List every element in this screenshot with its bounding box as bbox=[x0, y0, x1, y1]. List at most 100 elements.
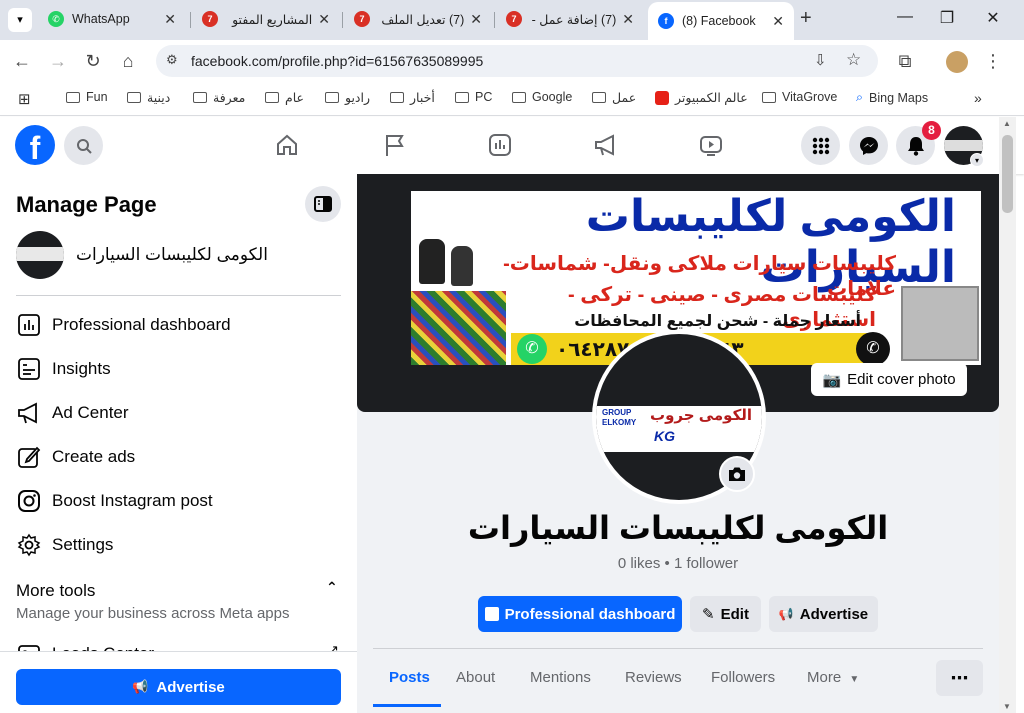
edit-button[interactable]: ✎ Edit bbox=[690, 596, 761, 632]
menu-professional-dashboard[interactable]: Professional dashboard bbox=[16, 312, 231, 338]
bookmark-google[interactable]: Google bbox=[512, 90, 572, 104]
restore-button[interactable]: ❐ bbox=[932, 8, 962, 28]
menu-ad-center[interactable]: Ad Center bbox=[16, 400, 129, 426]
megaphone-nav-icon[interactable] bbox=[592, 131, 620, 159]
page-title: الكومى لكليبسات السيارات bbox=[467, 510, 889, 546]
tab-mentions[interactable]: Mentions bbox=[530, 669, 591, 686]
notification-badge: 8 bbox=[922, 121, 941, 140]
extensions-icon[interactable]: ⧉ bbox=[892, 49, 918, 73]
apps-icon[interactable]: ⊞ bbox=[18, 90, 31, 108]
bookmark-bing-maps[interactable]: ⌕ Bing Maps bbox=[856, 90, 928, 105]
divider bbox=[373, 648, 983, 649]
scrollbar-up-arrow[interactable]: ▲ bbox=[1003, 119, 1011, 128]
menu-grid-button[interactable] bbox=[801, 126, 840, 165]
divider bbox=[16, 295, 341, 296]
close-icon[interactable]: ✕ bbox=[164, 11, 176, 28]
tab-add-work[interactable]: 7 (7) إضافة عمل - ✕ bbox=[496, 0, 644, 38]
search-button[interactable] bbox=[64, 126, 103, 165]
close-icon[interactable]: ✕ bbox=[772, 13, 784, 30]
tab-more[interactable]: More ▼ bbox=[807, 669, 859, 686]
page-avatar[interactable] bbox=[16, 231, 64, 279]
site-icon: 7 bbox=[354, 11, 370, 27]
tab-about[interactable]: About bbox=[456, 669, 495, 686]
update-profile-picture-button[interactable] bbox=[719, 456, 755, 492]
address-bar[interactable]: ⚙ facebook.com/profile.php?id=6156763508… bbox=[156, 45, 878, 77]
profile-avatar[interactable] bbox=[946, 51, 968, 73]
close-window-button[interactable]: ✕ bbox=[978, 8, 1008, 28]
profile-logo: GROUP ELKOMY الكومى جروب KG bbox=[596, 406, 762, 452]
bell-icon bbox=[907, 136, 924, 156]
menu-create-ads[interactable]: Create ads bbox=[16, 444, 135, 470]
new-tab-button[interactable]: + bbox=[800, 7, 812, 30]
gear-icon bbox=[16, 532, 42, 558]
tab-reviews[interactable]: Reviews bbox=[625, 669, 682, 686]
messenger-icon bbox=[859, 136, 878, 155]
facebook-icon: f bbox=[658, 13, 674, 29]
install-icon[interactable]: ⇩ bbox=[814, 51, 827, 69]
menu-boost-instagram[interactable]: Boost Instagram post bbox=[16, 488, 213, 514]
manage-page-panel: Manage Page الكومى لكليبسات السيارات Pro… bbox=[0, 174, 357, 713]
whatsapp-icon: ✆ bbox=[517, 334, 547, 364]
close-icon[interactable]: ✕ bbox=[318, 11, 330, 28]
camera-icon bbox=[729, 467, 745, 481]
bookmark-religious[interactable]: دينية bbox=[127, 90, 170, 105]
bookmark-vitagrove[interactable]: VitaGrove bbox=[762, 90, 837, 104]
more-tools-title[interactable]: More tools bbox=[16, 581, 95, 601]
chevron-up-icon[interactable]: ⌃ bbox=[326, 579, 338, 596]
scrollbar-down-arrow[interactable]: ▼ bbox=[1003, 702, 1011, 711]
scrollbar-thumb[interactable] bbox=[1002, 135, 1013, 213]
tab-whatsapp[interactable]: ✆ WhatsApp ✕ bbox=[38, 0, 186, 38]
tab-edit-profile[interactable]: 7 (7) تعديل الملف ✕ bbox=[344, 0, 492, 38]
bookmark-radio[interactable]: راديو bbox=[325, 90, 370, 105]
professional-dashboard-button[interactable]: Professional dashboard bbox=[478, 596, 682, 632]
menu-icon[interactable]: ⋮ bbox=[980, 49, 1006, 73]
more-bookmarks-icon[interactable]: » bbox=[974, 90, 982, 106]
edit-cover-button[interactable]: 📷 Edit cover photo bbox=[811, 363, 967, 396]
advertise-page-button[interactable]: 📢 Advertise bbox=[769, 596, 878, 632]
collapse-panel-button[interactable] bbox=[305, 186, 341, 222]
active-tab-indicator bbox=[373, 704, 441, 707]
forward-button[interactable]: → bbox=[45, 49, 71, 73]
minimize-button[interactable]: — bbox=[890, 8, 920, 26]
page-scrollbar[interactable]: ▲ ▼ bbox=[999, 117, 1016, 713]
bookmark-general[interactable]: عام bbox=[265, 90, 304, 105]
tab-posts[interactable]: Posts bbox=[389, 669, 430, 686]
page-stats[interactable]: 0 likes • 1 follower bbox=[357, 555, 999, 572]
instagram-icon bbox=[16, 488, 42, 514]
bookmark-pc[interactable]: PC bbox=[455, 90, 492, 104]
tab-followers[interactable]: Followers bbox=[711, 669, 775, 686]
tab-search-button[interactable]: ▾ bbox=[8, 8, 32, 32]
close-icon[interactable]: ✕ bbox=[622, 11, 634, 28]
bookmark-work[interactable]: عمل bbox=[592, 90, 636, 105]
video-nav-icon[interactable] bbox=[697, 131, 725, 159]
menu-settings[interactable]: Settings bbox=[16, 532, 113, 558]
page-name-link[interactable]: الكومى لكليبسات السيارات bbox=[76, 245, 268, 265]
megaphone-icon: 📢 bbox=[778, 607, 794, 621]
bookmark-fun[interactable]: Fun bbox=[66, 90, 108, 104]
advertise-button[interactable]: 📢 Advertise bbox=[16, 669, 341, 705]
close-icon[interactable]: ✕ bbox=[470, 11, 482, 28]
insights-nav-icon[interactable] bbox=[486, 131, 514, 159]
home-button[interactable]: ⌂ bbox=[115, 49, 141, 73]
flag-nav-icon[interactable] bbox=[381, 131, 409, 159]
menu-insights[interactable]: Insights bbox=[16, 356, 111, 382]
bookmark-star-icon[interactable]: ☆ bbox=[846, 50, 861, 70]
bookmark-computer-world[interactable]: عالم الكمبيوتر bbox=[655, 90, 748, 105]
home-nav-icon[interactable] bbox=[273, 131, 301, 159]
chevron-down-icon[interactable]: ▾ bbox=[970, 153, 984, 167]
insights-icon bbox=[16, 356, 42, 382]
search-icon bbox=[76, 138, 92, 154]
bookmark-knowledge[interactable]: معرفة bbox=[193, 90, 245, 105]
messenger-button[interactable] bbox=[849, 126, 888, 165]
site-info-icon[interactable]: ⚙ bbox=[166, 52, 178, 68]
facebook-logo[interactable]: f bbox=[15, 125, 55, 165]
tab-projects[interactable]: 7 المشاريع المفتو ✕ bbox=[192, 0, 340, 38]
back-button[interactable]: ← bbox=[9, 49, 35, 73]
megaphone-icon bbox=[16, 400, 42, 426]
reload-button[interactable]: ↻ bbox=[80, 49, 106, 73]
tab-facebook[interactable]: f (8) Facebook ✕ bbox=[648, 2, 794, 40]
bookmark-news[interactable]: أخبار bbox=[390, 90, 435, 105]
whatsapp-icon: ✆ bbox=[48, 11, 64, 27]
more-options-button[interactable]: ⋯ bbox=[936, 660, 983, 696]
camera-icon: 📷 bbox=[822, 371, 842, 389]
